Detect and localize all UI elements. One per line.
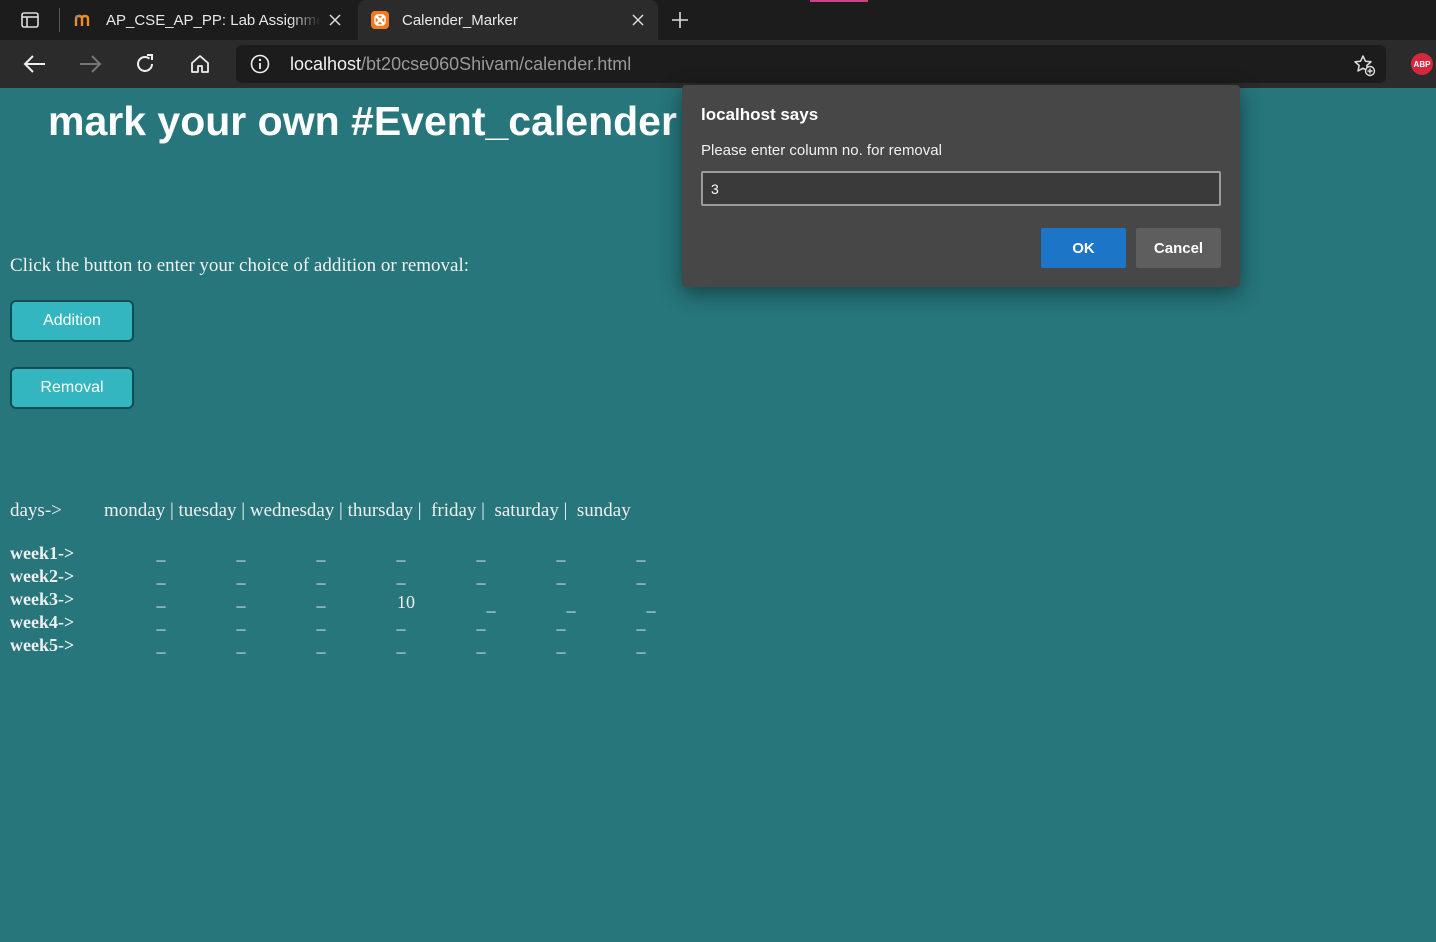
calendar-cell: _ bbox=[396, 612, 406, 632]
week-label: week2-> bbox=[10, 566, 75, 586]
calendar-cell: _ bbox=[316, 635, 326, 655]
close-tab-icon[interactable] bbox=[321, 6, 349, 34]
calendar-cell: 10 bbox=[397, 592, 415, 612]
cancel-button[interactable]: Cancel bbox=[1136, 228, 1221, 268]
calendar-cell: _ bbox=[236, 543, 246, 563]
week-label: week4-> bbox=[10, 612, 75, 632]
calendar-cell: _ bbox=[636, 612, 646, 632]
week-label: week5-> bbox=[10, 635, 75, 655]
tab-separator bbox=[59, 8, 60, 32]
calendar-cell: _ bbox=[636, 543, 646, 563]
instruction-text: Click the button to enter your choice of… bbox=[10, 255, 470, 276]
calendar-cell: _ bbox=[236, 566, 246, 586]
calendar-cell: _ bbox=[156, 589, 166, 609]
add-favorite-icon[interactable] bbox=[1352, 53, 1376, 77]
tab-title: Calender_Marker bbox=[402, 11, 518, 29]
addition-button[interactable]: Addition bbox=[10, 300, 134, 342]
calendar-cell: _ bbox=[316, 543, 326, 563]
tab-actions-icon[interactable] bbox=[10, 8, 50, 32]
calendar-cell: _ bbox=[476, 612, 486, 632]
week-label: week1-> bbox=[10, 543, 75, 563]
calendar-cell: _ bbox=[316, 612, 326, 632]
url-host: localhost bbox=[290, 54, 362, 74]
new-tab-icon[interactable] bbox=[666, 6, 694, 34]
calendar-cell: _ bbox=[556, 635, 566, 655]
calendar-cell: _ bbox=[396, 635, 406, 655]
calendar-cell: _ bbox=[556, 543, 566, 563]
calendar-cell: _ bbox=[316, 566, 326, 586]
days-label: days-> bbox=[10, 500, 62, 521]
xampp-icon bbox=[370, 10, 390, 30]
calendar-cell: _ bbox=[316, 589, 326, 609]
prompt-dialog: localhost says Please enter column no. f… bbox=[682, 85, 1240, 287]
calendar-cell: _ bbox=[236, 589, 246, 609]
calendar-cell: _ bbox=[476, 543, 486, 563]
moodle-icon bbox=[74, 10, 94, 30]
calendar-cell: _ bbox=[476, 635, 486, 655]
week-label: week3-> bbox=[10, 589, 75, 609]
window-accent bbox=[810, 0, 868, 2]
ok-button[interactable]: OK bbox=[1041, 228, 1126, 268]
url-path: /bt20cse060Shivam/calender.html bbox=[361, 54, 632, 74]
calendar-cell: _ bbox=[556, 566, 566, 586]
calendar-cell: _ bbox=[396, 543, 406, 563]
calendar-cell: _ bbox=[236, 612, 246, 632]
calendar-cell: _ bbox=[236, 635, 246, 655]
url-text[interactable]: localhost/bt20cse060Shivam/calender.html bbox=[290, 54, 631, 75]
calendar-cell: _ bbox=[556, 612, 566, 632]
tab-lab-assignment[interactable]: AP_CSE_AP_PP: Lab Assignment bbox=[62, 0, 355, 40]
days-header: monday | tuesday | wednesday | thursday … bbox=[104, 500, 631, 521]
calendar-cell: _ bbox=[156, 566, 166, 586]
address-bar[interactable]: localhost/bt20cse060Shivam/calender.html bbox=[236, 45, 1386, 83]
calendar-cell: _ bbox=[636, 635, 646, 655]
forward-icon[interactable] bbox=[75, 50, 105, 78]
calendar-cell: _ bbox=[156, 543, 166, 563]
tab-title: AP_CSE_AP_PP: Lab Assignment bbox=[106, 11, 321, 29]
dialog-input[interactable] bbox=[701, 171, 1221, 206]
calendar-cell: _ bbox=[476, 566, 486, 586]
browser-toolbar: localhost/bt20cse060Shivam/calender.html… bbox=[0, 40, 1436, 88]
calendar-cell: _ bbox=[156, 612, 166, 632]
refresh-icon[interactable] bbox=[130, 50, 160, 78]
dialog-title: localhost says bbox=[701, 105, 819, 124]
home-icon[interactable] bbox=[185, 50, 215, 78]
calendar-cell: _ bbox=[636, 566, 646, 586]
calendar-cell: _ bbox=[396, 566, 406, 586]
site-info-icon[interactable] bbox=[250, 54, 270, 74]
page-title: mark your own #Event_calender bbox=[48, 98, 677, 144]
browser-tab-bar: AP_CSE_AP_PP: Lab Assignment Calender_Ma… bbox=[0, 0, 1436, 40]
tab-calender-marker[interactable]: Calender_Marker bbox=[358, 0, 658, 40]
back-icon[interactable] bbox=[20, 50, 50, 78]
adblock-icon[interactable]: ABP bbox=[1411, 53, 1433, 75]
close-tab-icon[interactable] bbox=[624, 6, 652, 34]
removal-button[interactable]: Removal bbox=[10, 367, 134, 409]
dialog-message: Please enter column no. for removal bbox=[701, 142, 942, 159]
calendar-cell: _ bbox=[156, 635, 166, 655]
